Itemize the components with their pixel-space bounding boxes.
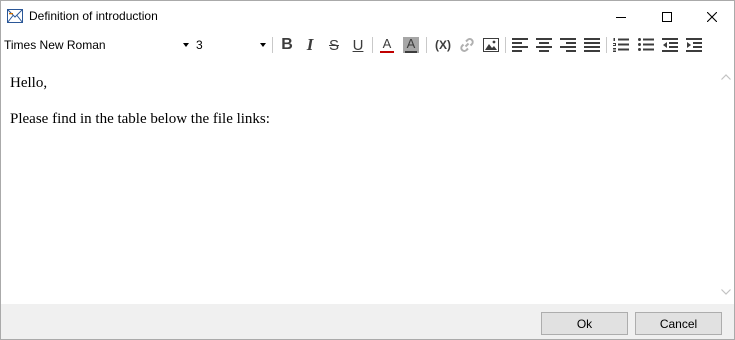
align-right-icon: [560, 38, 576, 52]
insert-link-icon: [459, 37, 475, 53]
font-size-value: 3: [196, 38, 203, 52]
strikethrough-icon: S: [328, 36, 339, 54]
align-left-icon: [512, 38, 528, 52]
cancel-button[interactable]: Cancel: [635, 312, 722, 335]
highlight-color-icon: A: [403, 37, 419, 53]
insert-image-button[interactable]: [481, 36, 501, 54]
numbered-list-icon: [613, 38, 629, 52]
minimize-icon: [616, 12, 626, 22]
italic-icon: I: [306, 35, 314, 54]
underline-icon: U: [352, 36, 364, 54]
justify-icon: [584, 38, 600, 52]
bold-button[interactable]: B: [277, 36, 297, 54]
toolbar-separator: [505, 37, 506, 53]
font-color-icon: A: [380, 37, 394, 53]
maximize-icon: [662, 11, 672, 22]
rich-text-editor[interactable]: Hello, Please find in the table below th…: [1, 58, 734, 304]
toolbar-separator: [272, 37, 273, 53]
font-size-select[interactable]: 3: [196, 35, 267, 55]
font-family-select[interactable]: Times New Roman: [4, 35, 190, 55]
justify-button[interactable]: [582, 36, 602, 54]
font-color-bar: [380, 51, 394, 53]
font-color-button[interactable]: A: [377, 36, 397, 54]
chevron-down-icon: [720, 284, 731, 298]
italic-button[interactable]: I: [300, 35, 320, 54]
dropdown-arrow-icon: [259, 41, 267, 49]
window-title: Definition of introduction: [29, 9, 158, 23]
vertical-scrollbar[interactable]: [717, 67, 734, 299]
strikethrough-button[interactable]: S: [324, 36, 344, 54]
insert-variable-button[interactable]: (X): [431, 36, 455, 54]
font-family-value: Times New Roman: [4, 38, 106, 52]
align-left-button[interactable]: [510, 36, 530, 54]
align-right-button[interactable]: [558, 36, 578, 54]
insert-image-icon: [483, 38, 499, 52]
toolbar-separator: [426, 37, 427, 53]
insert-link-button[interactable]: [457, 36, 477, 54]
indent-icon: [686, 38, 702, 52]
highlight-color-letter: A: [406, 36, 416, 51]
title-bar: Definition of introduction: [1, 1, 734, 32]
ok-button[interactable]: Ok: [541, 312, 628, 335]
align-center-icon: [536, 38, 552, 52]
bulleted-list-icon: [638, 38, 654, 52]
highlight-color-button[interactable]: A: [401, 36, 421, 54]
underline-button[interactable]: U: [348, 36, 368, 54]
dropdown-arrow-icon: [182, 41, 190, 49]
close-icon: [707, 11, 717, 22]
dialog-window: Definition of introduction Times New Rom…: [0, 0, 735, 340]
outdent-button[interactable]: [660, 36, 680, 54]
highlight-color-bar: [405, 51, 417, 53]
close-button[interactable]: [689, 1, 735, 32]
chevron-up-icon: [720, 69, 731, 83]
maximize-button[interactable]: [644, 1, 690, 32]
insert-variable-icon: (X): [435, 38, 451, 52]
envelope-icon: [7, 9, 23, 23]
bold-icon: B: [281, 36, 293, 53]
editor-content[interactable]: Hello, Please find in the table below th…: [10, 75, 700, 147]
align-center-button[interactable]: [534, 36, 554, 54]
toolbar-separator: [372, 37, 373, 53]
bulleted-list-button[interactable]: [636, 36, 656, 54]
font-color-letter: A: [382, 36, 392, 51]
formatting-toolbar: Times New Roman 3 B I S U A A (X): [1, 32, 734, 58]
indent-button[interactable]: [684, 36, 704, 54]
numbered-list-button[interactable]: [611, 36, 631, 54]
editor-paragraph: Hello,: [10, 75, 48, 91]
outdent-icon: [662, 38, 678, 52]
editor-paragraph: Please find in the table below the file …: [10, 111, 270, 127]
minimize-button[interactable]: [598, 1, 644, 32]
scroll-up-button[interactable]: [717, 67, 734, 84]
dialog-footer: Ok Cancel: [1, 304, 734, 339]
toolbar-separator: [606, 37, 607, 53]
scroll-down-button[interactable]: [717, 282, 734, 299]
